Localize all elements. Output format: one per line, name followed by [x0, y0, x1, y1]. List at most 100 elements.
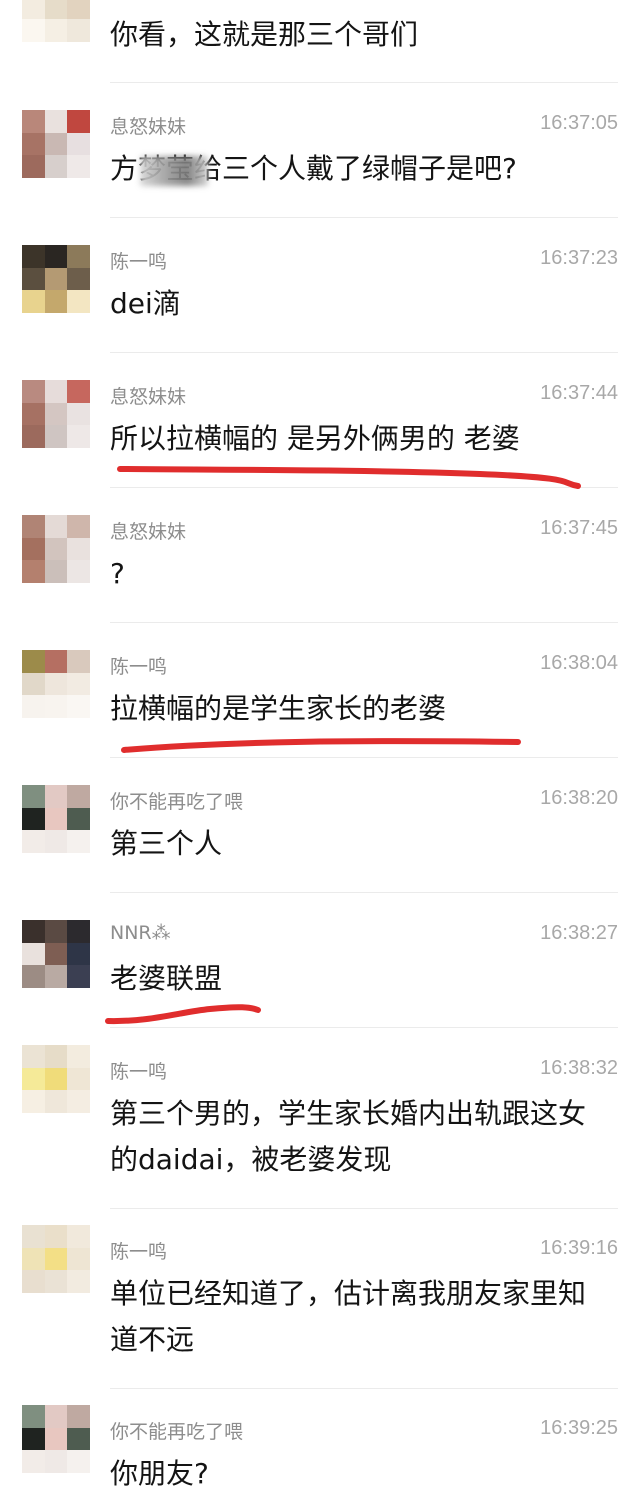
avatar[interactable]	[22, 0, 90, 42]
avatar-tile	[67, 155, 90, 178]
avatar-tile	[22, 1067, 45, 1091]
avatar-tile	[67, 650, 90, 673]
message-text: 你朋友?	[110, 1457, 209, 1490]
divider	[110, 1208, 618, 1209]
sender-name[interactable]: 你不能再吃了喂	[110, 1417, 243, 1444]
divider	[110, 622, 618, 623]
avatar-tile	[44, 1450, 68, 1473]
avatar-tile	[22, 560, 45, 583]
avatar-tile	[67, 1405, 90, 1428]
avatar-tile	[67, 290, 90, 313]
avatar-tile	[22, 650, 45, 673]
message-text: 你看，这就是那三个哥们	[110, 18, 419, 51]
avatar-tile	[44, 695, 68, 718]
avatar-tile	[67, 560, 90, 583]
avatar[interactable]	[22, 515, 90, 583]
avatar-tile	[67, 267, 90, 291]
sender-name[interactable]: 息怒妹妹	[110, 112, 186, 139]
sender-name[interactable]: 陈一鸣	[110, 1237, 167, 1264]
sender-name[interactable]: NNR⁂	[110, 922, 171, 944]
avatar[interactable]	[22, 650, 90, 718]
avatar-tile	[22, 1427, 45, 1451]
divider	[110, 82, 618, 83]
avatar-tile	[22, 672, 45, 696]
timestamp: 16:37:05	[540, 112, 618, 134]
avatar-tile	[67, 110, 90, 133]
underline-stroke	[121, 738, 521, 753]
timestamp: 16:38:32	[540, 1057, 618, 1079]
avatar-tile	[67, 695, 90, 718]
avatar[interactable]	[22, 1045, 90, 1113]
message-text: 拉横幅的是学生家长的老婆	[110, 692, 447, 725]
avatar-tile	[67, 380, 90, 403]
sender-name[interactable]: 息怒妹妹	[110, 382, 186, 409]
divider	[110, 892, 618, 893]
avatar-tile	[44, 1067, 68, 1091]
avatar-tile	[67, 132, 90, 156]
sender-name[interactable]: 息怒妹妹	[110, 517, 186, 544]
avatar-tile	[67, 1450, 90, 1473]
avatar[interactable]	[22, 1225, 90, 1293]
timestamp: 16:38:20	[540, 787, 618, 809]
sender-name[interactable]: 陈一鸣	[110, 652, 167, 679]
avatar-tile	[22, 290, 45, 313]
divider	[110, 217, 618, 218]
avatar[interactable]	[22, 245, 90, 313]
message-text: 老婆联盟	[110, 962, 223, 995]
avatar[interactable]	[22, 785, 90, 853]
message-text: 第三个人	[110, 827, 223, 860]
avatar-tile	[44, 1045, 68, 1068]
avatar-tile	[67, 245, 90, 268]
avatar-tile	[22, 1045, 45, 1068]
avatar-tile	[44, 785, 68, 808]
timestamp: 16:37:23	[540, 247, 618, 269]
avatar-tile	[67, 785, 90, 808]
divider	[110, 352, 618, 353]
avatar-tile	[22, 155, 45, 178]
divider	[110, 757, 618, 758]
avatar-tile	[44, 1270, 68, 1293]
avatar-tile	[22, 807, 45, 831]
avatar-tile	[44, 267, 68, 291]
divider	[110, 1388, 618, 1389]
divider	[110, 487, 618, 488]
avatar-tile	[44, 1427, 68, 1451]
avatar-tile	[22, 830, 45, 853]
chat-message-list: 你看，这就是那三个哥们 息怒妹妹 16:37:05 方梦莹给三个人戴了绿帽子是吧…	[0, 0, 640, 1490]
avatar-tile	[67, 19, 90, 42]
message-text: ?	[110, 557, 125, 590]
avatar-tile	[44, 380, 68, 403]
avatar[interactable]	[22, 110, 90, 178]
avatar-tile	[44, 1405, 68, 1428]
avatar-tile	[22, 695, 45, 718]
avatar-tile	[44, 965, 68, 988]
timestamp: 16:39:25	[540, 1417, 618, 1439]
avatar-tile	[22, 1450, 45, 1473]
underline-stroke	[105, 1004, 261, 1025]
sender-name[interactable]: 你不能再吃了喂	[110, 787, 243, 814]
avatar[interactable]	[22, 1405, 90, 1473]
timestamp: 16:37:45	[540, 517, 618, 539]
avatar-tile	[67, 1247, 90, 1271]
timestamp: 16:38:27	[540, 922, 618, 944]
avatar-tile	[44, 830, 68, 853]
avatar-tile	[22, 1225, 45, 1248]
avatar-tile	[44, 537, 68, 561]
redaction-blur	[140, 156, 208, 186]
avatar-tile	[22, 785, 45, 808]
sender-name[interactable]: 陈一鸣	[110, 247, 167, 274]
avatar-tile	[44, 155, 68, 178]
avatar-tile	[22, 942, 45, 966]
timestamp: 16:39:16	[540, 1237, 618, 1259]
avatar-tile	[44, 425, 68, 448]
avatar-tile	[67, 402, 90, 426]
avatar-tile	[44, 560, 68, 583]
avatar-tile	[44, 0, 68, 20]
avatar[interactable]	[22, 920, 90, 988]
avatar-tile	[44, 672, 68, 696]
sender-name[interactable]: 陈一鸣	[110, 1057, 167, 1084]
avatar[interactable]	[22, 380, 90, 448]
avatar-tile	[22, 380, 45, 403]
avatar-tile	[22, 245, 45, 268]
avatar-tile	[44, 402, 68, 426]
